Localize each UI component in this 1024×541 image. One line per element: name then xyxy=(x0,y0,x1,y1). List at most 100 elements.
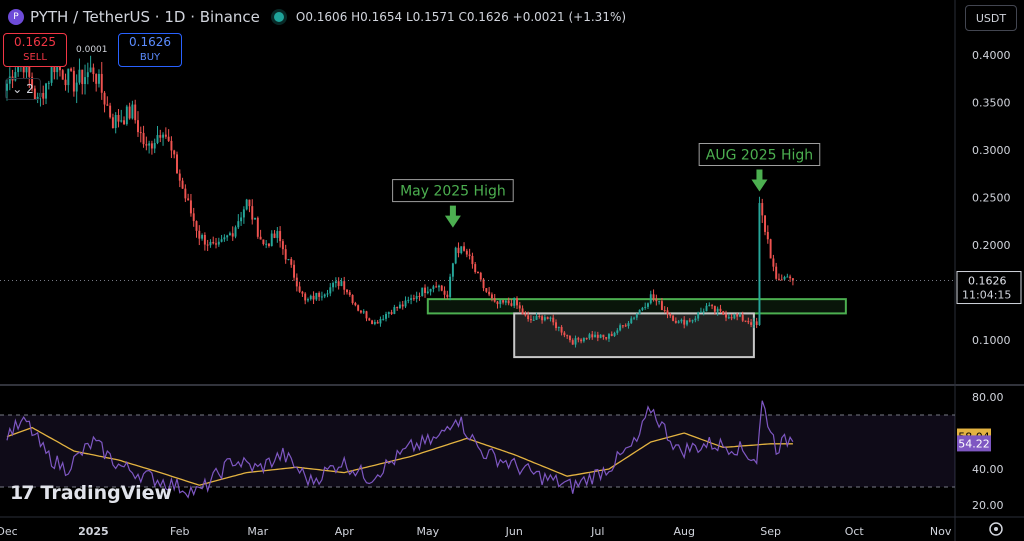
candle xyxy=(290,257,293,268)
candle-body xyxy=(660,301,663,310)
candle xyxy=(270,230,273,247)
candle xyxy=(777,273,780,281)
candle-body xyxy=(145,144,148,146)
candle xyxy=(440,284,443,292)
candle xyxy=(148,140,151,154)
candle-body xyxy=(276,231,279,238)
candle-body xyxy=(61,70,64,80)
candle-body xyxy=(234,227,237,237)
candle xyxy=(142,125,145,148)
time-tick-label: May xyxy=(416,525,439,538)
candle-body xyxy=(298,286,301,292)
candle-body xyxy=(599,334,602,338)
candle-body xyxy=(301,291,304,294)
candle-body xyxy=(75,82,78,92)
candle xyxy=(212,236,215,245)
candle xyxy=(454,246,457,265)
candle-body xyxy=(318,292,321,297)
symbol-title[interactable]: PYTH / TetherUS · 1D · Binance xyxy=(30,8,260,26)
currency-selector[interactable]: USDT xyxy=(965,5,1017,31)
buy-label: BUY xyxy=(139,52,161,63)
indicators-toggle[interactable]: ⌄ 2 xyxy=(5,78,41,100)
candle-body xyxy=(591,334,594,338)
candle-body xyxy=(315,292,318,300)
candle-body xyxy=(373,322,376,324)
candle xyxy=(446,290,449,300)
candle xyxy=(396,306,399,311)
candle xyxy=(251,199,254,225)
candle-body xyxy=(346,289,348,293)
candle xyxy=(164,127,167,139)
candle-body xyxy=(524,314,527,316)
candle-body xyxy=(209,241,212,246)
candle-body xyxy=(432,286,435,289)
candle-body xyxy=(267,243,270,246)
candle-body xyxy=(658,301,661,303)
candle xyxy=(362,309,365,314)
candle-body xyxy=(588,334,591,339)
rsi-tick-label: 80.00 xyxy=(972,391,1004,404)
candle-body xyxy=(557,326,560,329)
candle-body xyxy=(195,221,198,231)
candle-body xyxy=(223,237,226,240)
candle-body xyxy=(527,315,530,320)
candle-body xyxy=(546,317,549,319)
candle-body xyxy=(42,92,45,99)
candle xyxy=(775,262,778,280)
candle-body xyxy=(777,278,780,280)
candle-body xyxy=(633,317,636,319)
candle-body xyxy=(109,105,112,118)
candle-body xyxy=(362,311,365,313)
candle-body xyxy=(786,276,789,278)
candle-body xyxy=(189,200,192,214)
candle-body xyxy=(635,314,638,318)
candle xyxy=(287,258,290,261)
candle-body xyxy=(549,317,552,319)
candle-body xyxy=(577,338,580,340)
candle xyxy=(153,138,156,154)
spread-value: 0.0001 xyxy=(76,45,108,55)
candle-body xyxy=(521,308,524,315)
candle xyxy=(226,234,229,241)
candle xyxy=(150,140,153,155)
candle xyxy=(769,238,772,259)
buy-button[interactable]: 0.1626 BUY xyxy=(118,33,182,67)
candle-body xyxy=(451,263,454,277)
candle-body xyxy=(371,320,374,324)
candle xyxy=(477,271,479,274)
candle-body xyxy=(719,308,722,312)
candle-body xyxy=(418,295,421,297)
sell-button[interactable]: 0.1625 SELL xyxy=(3,33,67,67)
candle-body xyxy=(167,136,170,141)
candle xyxy=(145,136,148,151)
candle xyxy=(78,58,81,85)
candle xyxy=(437,284,440,292)
candle-body xyxy=(596,334,599,338)
candle xyxy=(298,281,301,293)
candle xyxy=(376,320,379,324)
candle xyxy=(123,116,126,126)
candle xyxy=(424,284,427,298)
candle-body xyxy=(518,305,521,309)
candle-body xyxy=(203,235,206,245)
candle-body xyxy=(594,334,597,338)
candle-body xyxy=(488,291,491,295)
candle-body xyxy=(669,314,672,316)
candle-body xyxy=(750,322,753,325)
candle-body xyxy=(217,241,220,245)
candle-body xyxy=(295,277,298,287)
candle-body xyxy=(206,244,209,246)
candle xyxy=(412,294,415,301)
candle-body xyxy=(674,320,677,323)
countdown-label: 11:04:15 xyxy=(962,289,1011,302)
candle-body xyxy=(287,259,290,261)
candle-body xyxy=(192,213,195,222)
candle xyxy=(789,274,792,283)
candle xyxy=(47,80,50,90)
candle xyxy=(273,230,276,239)
candle xyxy=(89,55,92,73)
candle-body xyxy=(198,230,201,239)
chart-canvas[interactable]: 0.4000 0.3500 0.3000 0.2500 0.2000 0.1000 Dec 2… xyxy=(0,0,1024,541)
candle xyxy=(493,293,496,303)
sell-price: 0.1625 xyxy=(14,35,56,49)
